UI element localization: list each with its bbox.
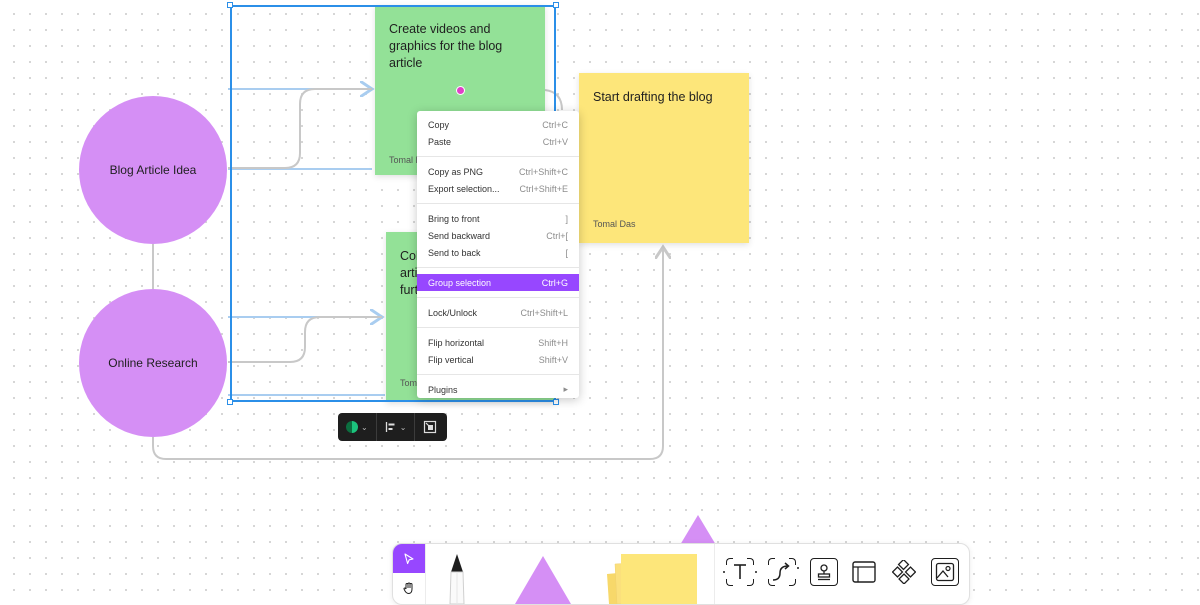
menu-item-shortcut: Shift+H [538,337,568,348]
menu-item-shortcut: Ctrl+C [542,119,568,130]
sticky-note-author: Tomal Das [593,219,636,229]
stamp-icon [817,564,831,581]
menu-separator [417,327,579,328]
color-picker-button[interactable]: ⌄ [338,413,376,441]
menu-item-shortcut: ] [565,213,568,224]
menu-item-paste[interactable]: Paste Ctrl+V [417,133,579,150]
resize-handle-bottom-left[interactable] [227,399,233,405]
context-menu: Copy Ctrl+C Paste Ctrl+V Copy as PNG Ctrl+Shi… [417,111,579,398]
select-tool-button[interactable] [393,544,425,573]
section-icon [852,561,876,583]
resize-handle-top-left[interactable] [227,2,233,8]
menu-item-flip-horizontal[interactable]: Flip horizontal Shift+H [417,334,579,351]
resize-to-fit-icon [424,420,437,434]
menu-item-label: Send to back [428,247,481,258]
menu-separator [417,374,579,375]
circle-label: Blog Article Idea [109,163,197,177]
menu-item-export-selection[interactable]: Export selection... Ctrl+Shift+E [417,180,579,197]
menu-item-shortcut: Ctrl+[ [546,230,568,241]
menu-item-label: Group selection [428,277,492,288]
menu-item-shortcut: [ [565,247,568,258]
menu-item-shortcut: Ctrl+G [541,277,568,288]
circle-label: Online Research [108,356,198,370]
color-picker-icon [346,421,358,433]
menu-item-label: Copy as PNG [428,166,484,177]
connector-tool-button[interactable] [768,558,799,586]
menu-item-shortcut: Ctrl+Shift+L [520,307,568,318]
section-tool-button[interactable] [850,558,878,586]
menu-item-shortcut: Ctrl+V [542,136,568,147]
sticky-notes-icon[interactable] [603,552,699,604]
menu-item-shortcut: Shift+V [538,354,568,365]
chevron-down-icon: ⌄ [399,422,407,432]
text-tool-button[interactable] [723,558,757,586]
menu-item-label: Copy [428,119,450,130]
menu-item-label: Plugins [428,384,458,395]
bottom-toolbar [392,543,970,605]
menu-item-shortcut: Ctrl+Shift+C [518,166,568,177]
align-left-icon [385,422,395,432]
toolbar-divider [714,544,715,604]
circle-blog-article-idea[interactable]: Blog Article Idea [79,96,227,244]
chevron-right-icon: ▸ [563,384,568,394]
align-button[interactable]: ⌄ [377,413,415,441]
menu-item-send-backward[interactable]: Send backward Ctrl+[ [417,227,579,244]
menu-item-label: Flip horizontal [428,337,485,348]
menu-item-copy-as-png[interactable]: Copy as PNG Ctrl+Shift+C [417,163,579,180]
sticky-note-start-drafting[interactable]: Start drafting the blog Tomal Das [579,73,749,243]
resize-handle-top-right[interactable] [553,2,559,8]
mode-switcher [393,544,426,604]
image-icon [935,562,955,582]
selection-toolbar: ⌄ ⌄ [338,413,447,441]
menu-item-label: Bring to front [428,213,480,224]
menu-item-label: Export selection... [428,183,500,194]
triangle-shape[interactable] [680,515,716,545]
menu-item-label: Paste [428,136,452,147]
menu-item-lock-unlock[interactable]: Lock/Unlock Ctrl+Shift+L [417,304,579,321]
menu-item-label: Flip vertical [428,354,474,365]
chevron-down-icon: ⌄ [361,422,368,432]
image-tool-button[interactable] [931,558,959,586]
circle-online-research[interactable]: Online Research [79,289,227,437]
sticky-note-text: Start drafting the blog [593,90,713,104]
menu-item-shortcut: Ctrl+Shift+E [519,183,568,194]
menu-item-group-selection[interactable]: Group selection Ctrl+G [417,274,579,291]
resize-to-fit-button[interactable] [415,413,445,441]
menu-item-plugins[interactable]: Plugins ▸ [417,381,579,398]
menu-item-bring-to-front[interactable]: Bring to front] [417,210,579,227]
menu-item-flip-vertical[interactable]: Flip vertical Shift+V [417,351,579,368]
menu-item-label: Lock/Unlock [428,307,478,318]
rotate-handle[interactable] [456,86,465,95]
resize-handle-bottom-right[interactable] [553,399,559,405]
shapes-icon[interactable] [513,556,573,604]
menu-item-copy[interactable]: Copy Ctrl+C [417,116,579,133]
pencil-icon[interactable] [445,554,469,604]
stamp-tool-button[interactable] [810,558,838,586]
menu-item-send-to-back[interactable]: Send to back [ [417,244,579,261]
cursor-icon [404,552,414,564]
hand-icon [403,581,413,594]
menu-separator [417,203,579,204]
hand-tool-button[interactable] [393,573,425,602]
menu-item-label: Send backward [428,230,491,241]
widgets-icon [892,560,916,584]
menu-separator [417,297,579,298]
menu-separator [417,267,579,268]
widgets-tool-button[interactable] [890,558,918,586]
menu-separator [417,156,579,157]
